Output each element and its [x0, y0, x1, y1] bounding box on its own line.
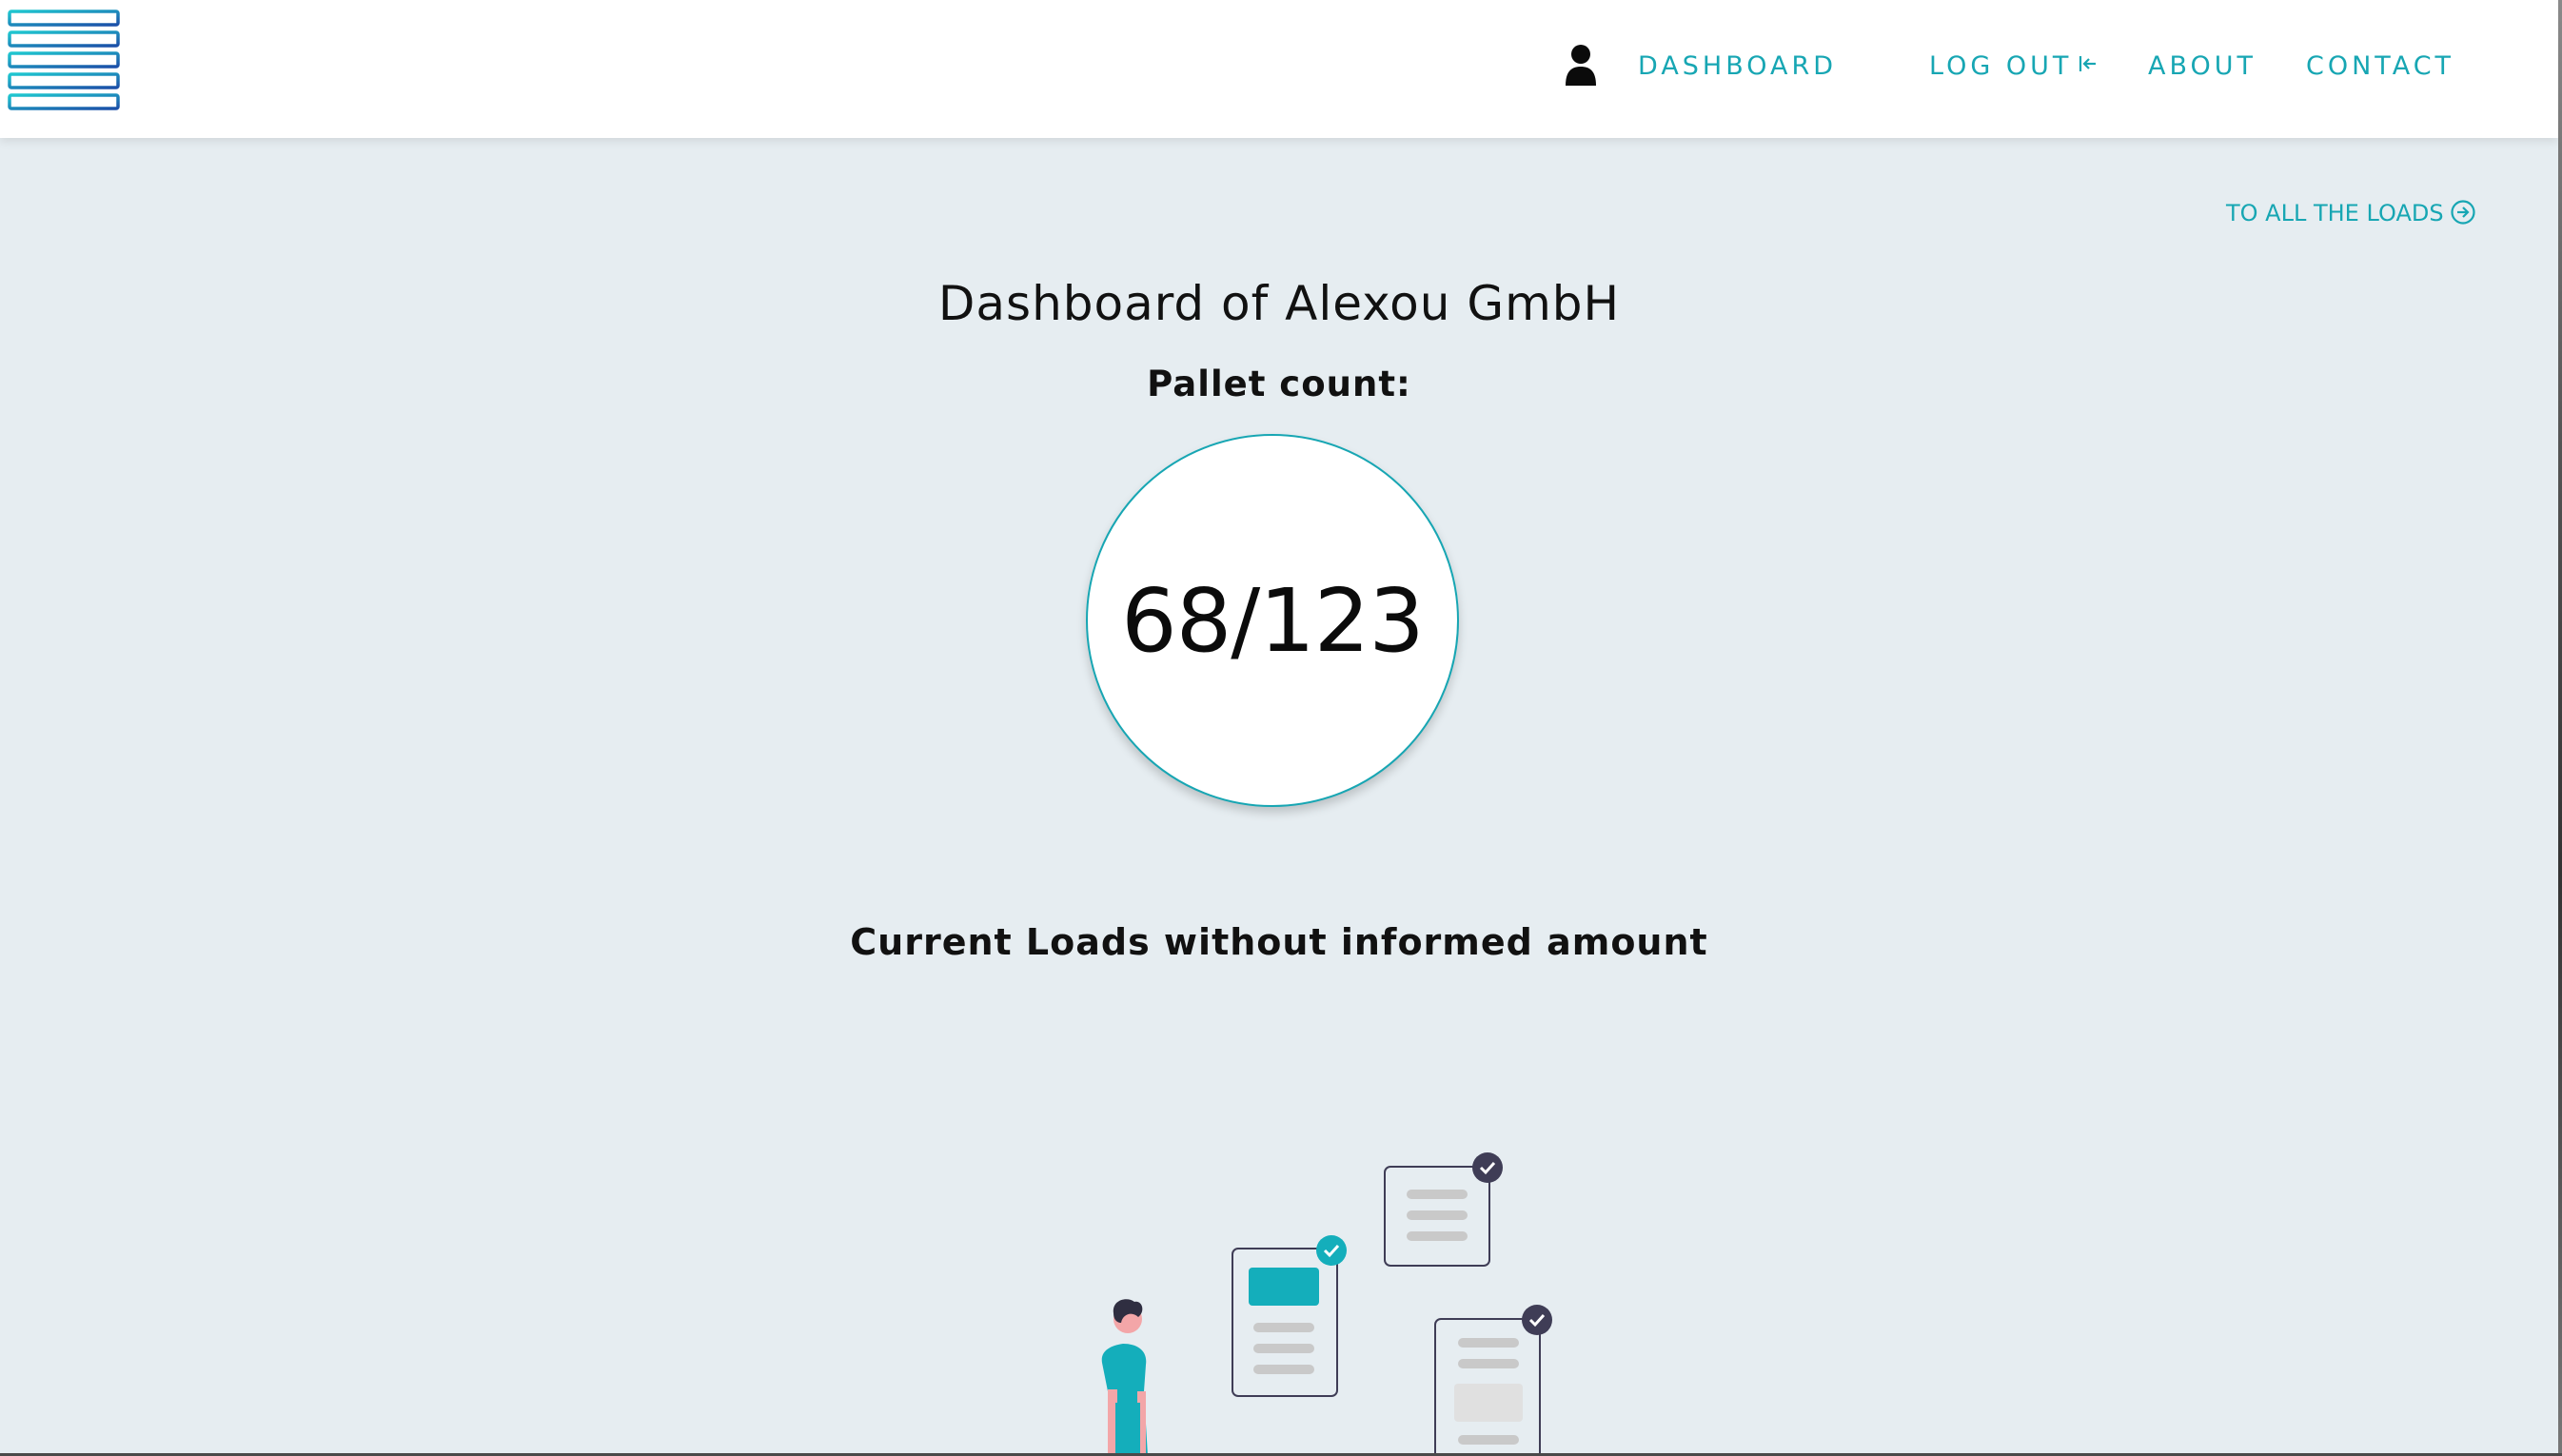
nav-logout-label: LOG OUT [1929, 51, 2073, 81]
app-window: DASHBOARD LOG OUT ABOUT CONTACT TO ALL T… [0, 0, 2558, 1453]
document-card-3 [1434, 1305, 1552, 1453]
pallet-count-circle: 68/123 [1086, 434, 1459, 807]
user-icon [1566, 45, 1596, 86]
pallet-count-label: Pallet count: [1147, 364, 1411, 404]
nav-contact[interactable]: CONTACT [2306, 48, 2454, 86]
all-loads-label: TO ALL THE LOADS [2226, 200, 2444, 226]
pallet-count-value: 68/123 [1121, 569, 1425, 672]
arrow-right-circle-icon [2450, 200, 2475, 225]
nav-about[interactable]: ABOUT [2148, 48, 2257, 86]
pallet-stack-logo[interactable] [8, 10, 120, 114]
person-figure [1101, 1299, 1148, 1453]
window-edge [2558, 0, 2562, 1456]
document-card-2 [1384, 1152, 1503, 1267]
all-loads-link[interactable]: TO ALL THE LOADS [2226, 196, 2476, 230]
empty-state-documents-illustration [1101, 1152, 1552, 1453]
nav-logout[interactable]: LOG OUT [1929, 48, 2099, 86]
nav-about-label: ABOUT [2148, 51, 2257, 81]
logout-icon [2079, 55, 2097, 71]
nav-dashboard-label: DASHBOARD [1638, 51, 1838, 81]
document-card-1 [1232, 1235, 1347, 1397]
navbar: DASHBOARD LOG OUT ABOUT CONTACT [0, 0, 2558, 138]
nav-dashboard[interactable]: DASHBOARD [1638, 48, 1837, 86]
current-loads-heading: Current Loads without informed amount [850, 921, 1708, 963]
page-title: Dashboard of Alexou GmbH [937, 276, 1621, 331]
nav-contact-label: CONTACT [2306, 51, 2455, 81]
